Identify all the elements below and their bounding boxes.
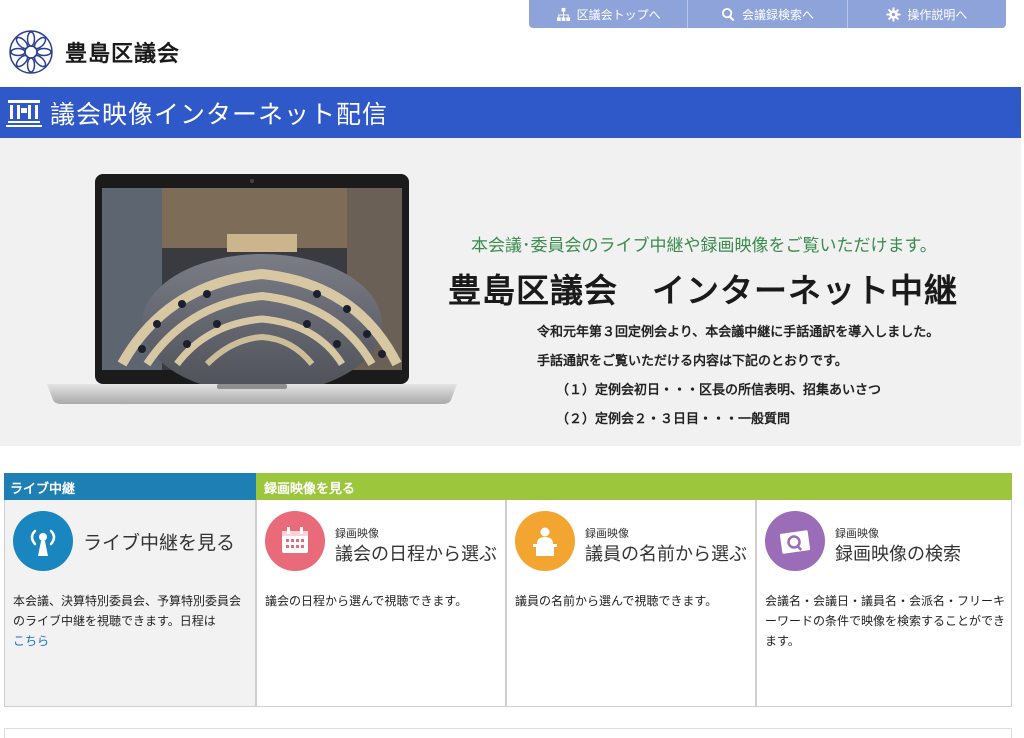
nav-minutes-search-label: 会議録検索へ [741, 7, 814, 22]
nav-assembly-top-button[interactable]: 区議会トップへ [529, 0, 689, 28]
nav-instructions-button[interactable]: 操作説明へ [848, 0, 1006, 28]
nav-instructions-label: 操作説明へ [907, 7, 968, 22]
live-card-title: ライブ中継を見る [83, 532, 236, 554]
nav-assembly-top-label: 区議会トップへ [576, 7, 661, 22]
nav-minutes-search-button[interactable]: 会議録検索へ [688, 0, 848, 28]
search-icon [721, 7, 735, 21]
member-card-title: 議員の名前から選ぶ [585, 544, 747, 565]
chrysanthemum-emblem-icon [9, 30, 53, 74]
member-select-card[interactable]: 録画映像 議員の名前から選ぶ 議員の名前から選んで視聴できます。 [506, 500, 756, 707]
hero-line-2: 手話通訳をご覧いただける内容は下記のとおりです。 [537, 354, 848, 369]
member-card-description: 議員の名前から選んで視聴できます。 [515, 594, 718, 608]
live-stream-card[interactable]: ライブ中継を見る 本会議、決算特別委員会、予算特別委員会のライブ中継を視聴できま… [4, 500, 256, 707]
hero-subtitle: 本会議･委員会のライブ中継や録画映像をご覧いただけます。 [471, 236, 937, 256]
gear-icon [886, 6, 901, 22]
video-search-icon [779, 530, 811, 554]
video-search-card[interactable]: 録画映像 録画映像の検索 会議名・会議日・議員名・会派名・フリーキーワードの条件… [756, 500, 1012, 707]
hero-banner: 本会議･委員会のライブ中継や録画映像をご覧いただけます。 豊島区議会 インターネ… [0, 138, 1021, 446]
page-title: 議会映像インターネット配信 [50, 99, 389, 129]
schedule-card-description: 議会の日程から選んで視聴できます。 [265, 594, 468, 608]
next-section-edge [4, 728, 1012, 738]
schedule-card-label: 録画映像 [335, 527, 379, 540]
broadcast-tower-icon [30, 529, 56, 556]
video-search-circle [765, 511, 825, 571]
video-search-card-label: 録画映像 [835, 527, 879, 540]
sitemap-icon [556, 7, 570, 21]
page-title-bar: 議会映像インターネット配信 [0, 87, 1021, 138]
member-card-label: 録画映像 [585, 527, 629, 540]
logo-text: 豊島区議会 [65, 42, 181, 67]
hero-line-4: （２）定例会２・３日目・・・一般質問 [556, 412, 791, 427]
live-card-description: 本会議、決算特別委員会、予算特別委員会のライブ中継を視聴できます。日程はこちら [13, 591, 249, 651]
member-circle [515, 511, 575, 571]
speaker-podium-icon [533, 527, 557, 556]
hero-line-3: （１）定例会初日・・・区長の所信表明、招集あいさつ [556, 383, 882, 398]
laptop-image [47, 174, 457, 404]
schedule-link[interactable]: こちら [13, 634, 49, 648]
live-circle [13, 511, 73, 571]
calendar-icon [282, 527, 308, 553]
live-card-desc-text: 本会議、決算特別委員会、予算特別委員会のライブ中継を視聴できます。日程は [13, 594, 242, 628]
category-recorded: 録画映像を見る [256, 473, 1012, 500]
assembly-hall-icon [6, 99, 42, 127]
schedule-select-card[interactable]: 録画映像 議会の日程から選ぶ 議会の日程から選んで視聴できます。 [256, 500, 506, 707]
hero-line-1: 令和元年第３回定例会より、本会議中継に手話通訳を導入しました。 [537, 325, 940, 340]
video-search-card-description: 会議名・会議日・議員名・会派名・フリーキーワードの条件で映像を検索することができ… [765, 594, 1006, 648]
schedule-card-title: 議会の日程から選ぶ [335, 544, 497, 565]
hero-title: 豊島区議会 インターネット中継 [448, 271, 958, 310]
video-menu: ライブ中継 録画映像を見る ライブ中継を見る 本会議、決算特別委員会、予算特別委… [4, 473, 1012, 707]
schedule-circle [265, 511, 325, 571]
site-logo[interactable]: 豊島区議会 [7, 28, 180, 76]
video-search-card-title: 録画映像の検索 [835, 544, 961, 565]
category-live: ライブ中継 [4, 473, 256, 500]
top-navigation: 区議会トップへ 会議録検索へ 操作説明へ [529, 0, 1006, 28]
